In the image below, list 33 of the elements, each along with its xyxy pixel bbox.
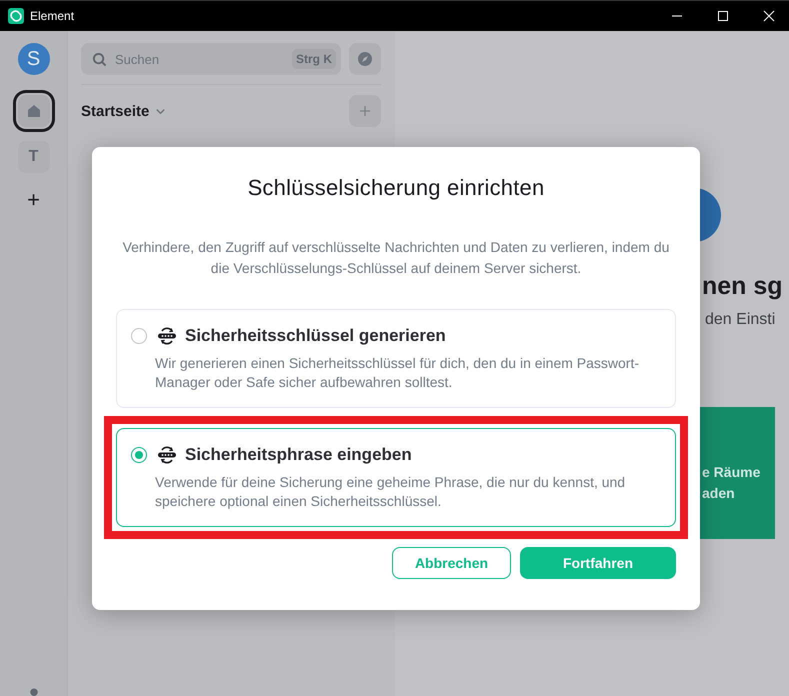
key-phrase-icon xyxy=(157,326,177,346)
option-title: Sicherheitsphrase eingeben xyxy=(185,445,412,465)
home-icon xyxy=(26,103,42,119)
option-description: Verwende für deine Sicherung eine geheime Phrase, die nur du kennst, und speichere optional einen Sicherheitsschlüssel. xyxy=(155,473,626,511)
space-button[interactable]: T xyxy=(18,141,50,173)
close-icon[interactable] xyxy=(763,10,775,22)
home-button[interactable] xyxy=(18,95,50,127)
option-description: Wir generieren einen Sicherheitsschlüssel für dich, den du in einem Passwort-Manager oder Safe sicher aufbewahren solltest. xyxy=(155,354,640,392)
add-room-button[interactable] xyxy=(349,95,381,127)
welcome-heading: nen sg xyxy=(702,272,784,301)
option-card[interactable]: Sicherheitsschlüssel generieren Wir generieren einen Sicherheitsschlüssel für dich, den du in einem Passwort-Manager oder Safe sicher aufbewahren solltest. xyxy=(116,309,676,408)
cancel-button[interactable]: Abbrechen xyxy=(392,547,511,579)
maximize-icon[interactable] xyxy=(717,10,729,22)
search-icon xyxy=(92,52,107,66)
app-logo-icon xyxy=(8,8,24,24)
welcome-subtitle: den Einsti xyxy=(705,311,776,329)
radio-button[interactable] xyxy=(131,328,147,344)
option-card[interactable]: Sicherheitsphrase eingeben Verwende für deine Sicherung eine geheime Phrase, die nur du kennst, und speichere optional einen Sicherheitsschlüssel. xyxy=(116,428,676,527)
key-phrase-icon xyxy=(157,445,177,465)
add-space-button[interactable]: + xyxy=(27,187,40,213)
compass-icon xyxy=(357,51,373,67)
explore-button[interactable] xyxy=(349,43,381,75)
dialog-description: Verhindere, den Zugriff auf verschlüsselte Nachrichten und Daten zu verlieren, indem du die Verschlüsselungs-Schlüssel auf deinem Server sicherst. xyxy=(122,238,670,278)
shortcut-hint: Strg K xyxy=(292,49,336,69)
dialog-title: Schlüsselsicherung einrichten xyxy=(248,175,544,201)
window-title: Element xyxy=(30,9,74,23)
radio-button[interactable] xyxy=(131,447,147,463)
user-avatar[interactable]: S xyxy=(18,43,50,75)
plus-icon xyxy=(359,105,371,117)
search-field[interactable]: Suchen Strg K xyxy=(81,43,341,75)
room-list-title[interactable]: Startseite xyxy=(81,102,150,120)
continue-button[interactable]: Fortfahren xyxy=(520,547,676,579)
option-title: Sicherheitsschlüssel generieren xyxy=(185,326,446,346)
